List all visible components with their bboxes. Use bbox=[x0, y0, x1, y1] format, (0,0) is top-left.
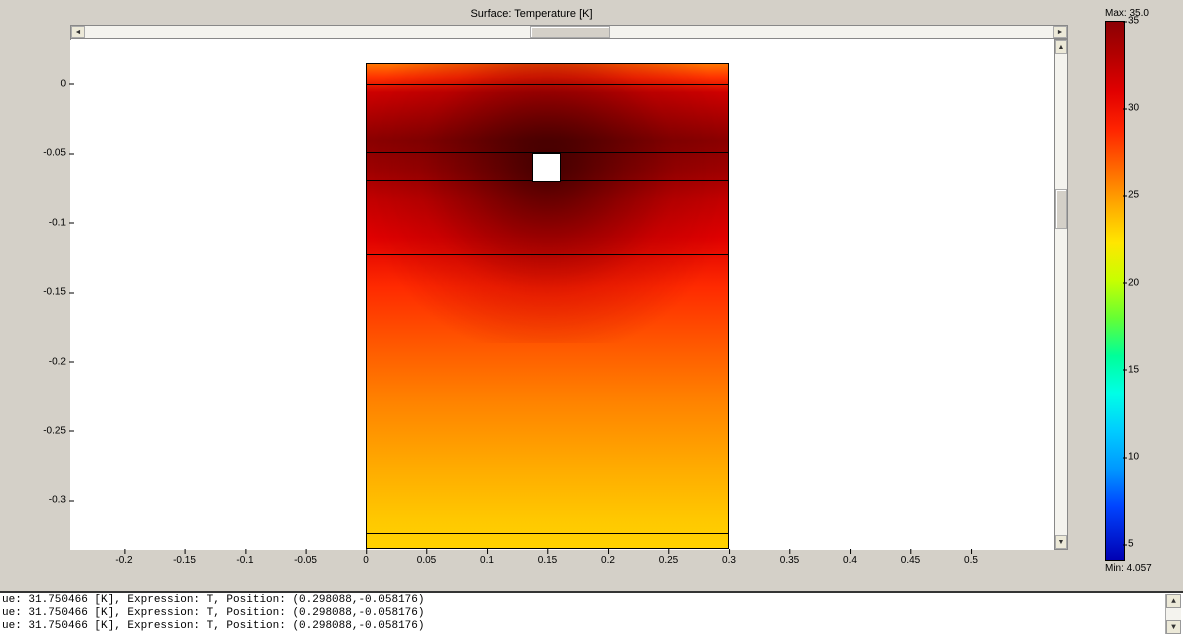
colorbar-tick-label: 30 bbox=[1128, 103, 1139, 114]
x-tick-label: 0.05 bbox=[417, 555, 436, 566]
x-tick-label: -0.1 bbox=[236, 555, 253, 566]
x-tick-label: 0.15 bbox=[538, 555, 557, 566]
x-tick-label: -0.05 bbox=[294, 555, 317, 566]
scroll-left-button[interactable]: ◄ bbox=[71, 26, 85, 38]
scroll-down-button[interactable]: ▼ bbox=[1055, 535, 1067, 549]
temperature-hotcore bbox=[366, 63, 729, 343]
y-tick-label: 0 bbox=[36, 78, 66, 89]
boundary-line bbox=[366, 533, 729, 534]
x-tick-label: 0.45 bbox=[901, 555, 920, 566]
y-tick-label: -0.1 bbox=[36, 217, 66, 228]
colorbar-max-label: Max: 35.0 bbox=[1105, 8, 1175, 19]
plot-title: Surface: Temperature [K] bbox=[0, 8, 1063, 20]
plot-hscrollbar[interactable]: ◄ ► bbox=[70, 25, 1068, 39]
log-scroll-down-button[interactable]: ▼ bbox=[1166, 620, 1181, 634]
x-tick-label: 0.25 bbox=[659, 555, 678, 566]
colorbar-tick-label: 20 bbox=[1128, 277, 1139, 288]
colorbar-gradient bbox=[1105, 21, 1125, 561]
hscroll-thumb[interactable] bbox=[530, 26, 610, 38]
cutout-square bbox=[532, 153, 561, 182]
boundary-line bbox=[366, 84, 729, 85]
log-scroll-track[interactable] bbox=[1166, 608, 1181, 620]
x-tick-label: 0.5 bbox=[964, 555, 978, 566]
boundary-line bbox=[366, 254, 729, 255]
x-tick-label: -0.15 bbox=[173, 555, 196, 566]
x-tick-label: 0.35 bbox=[780, 555, 799, 566]
vscroll-thumb[interactable] bbox=[1055, 189, 1067, 229]
y-tick-label: -0.25 bbox=[36, 425, 66, 436]
x-tick-label: -0.2 bbox=[115, 555, 132, 566]
colorbar: Max: 35.0 35 30 25 20 15 10 5 Min: 4.057 bbox=[1105, 8, 1175, 588]
hscroll-track[interactable] bbox=[85, 26, 1053, 38]
colorbar-tick-label: 5 bbox=[1128, 539, 1134, 550]
colorbar-tick-label: 15 bbox=[1128, 364, 1139, 375]
y-tick-label: -0.15 bbox=[36, 287, 66, 298]
log-scroll-up-button[interactable]: ▲ bbox=[1166, 594, 1181, 608]
colorbar-min-label: Min: 4.057 bbox=[1105, 563, 1175, 574]
plot-canvas[interactable] bbox=[70, 40, 1054, 550]
colorbar-ticks: 3530252015105 bbox=[1128, 21, 1175, 561]
colorbar-tick-label: 35 bbox=[1128, 16, 1139, 27]
log-vscrollbar[interactable]: ▲ ▼ bbox=[1165, 594, 1181, 634]
y-tick-label: -0.3 bbox=[36, 495, 66, 506]
plot-vscrollbar[interactable]: ▲ ▼ bbox=[1054, 39, 1068, 550]
log-panel: ue: 31.750466 [K], Expression: T, Positi… bbox=[0, 591, 1183, 635]
x-tick-label: 0.4 bbox=[843, 555, 857, 566]
vscroll-track[interactable] bbox=[1055, 54, 1067, 535]
colorbar-tick-label: 10 bbox=[1128, 452, 1139, 463]
x-tick-label: 0.3 bbox=[722, 555, 736, 566]
x-tick-label: 0 bbox=[363, 555, 369, 566]
scroll-up-button[interactable]: ▲ bbox=[1055, 40, 1067, 54]
log-text: ue: 31.750466 [K], Expression: T, Positi… bbox=[2, 594, 1165, 634]
y-tick-label: -0.2 bbox=[36, 356, 66, 367]
y-tick-label: -0.05 bbox=[36, 148, 66, 159]
colorbar-tick-label: 25 bbox=[1128, 190, 1139, 201]
x-tick-label: 0.2 bbox=[601, 555, 615, 566]
scroll-right-button[interactable]: ► bbox=[1053, 26, 1067, 38]
x-tick-label: 0.1 bbox=[480, 555, 494, 566]
